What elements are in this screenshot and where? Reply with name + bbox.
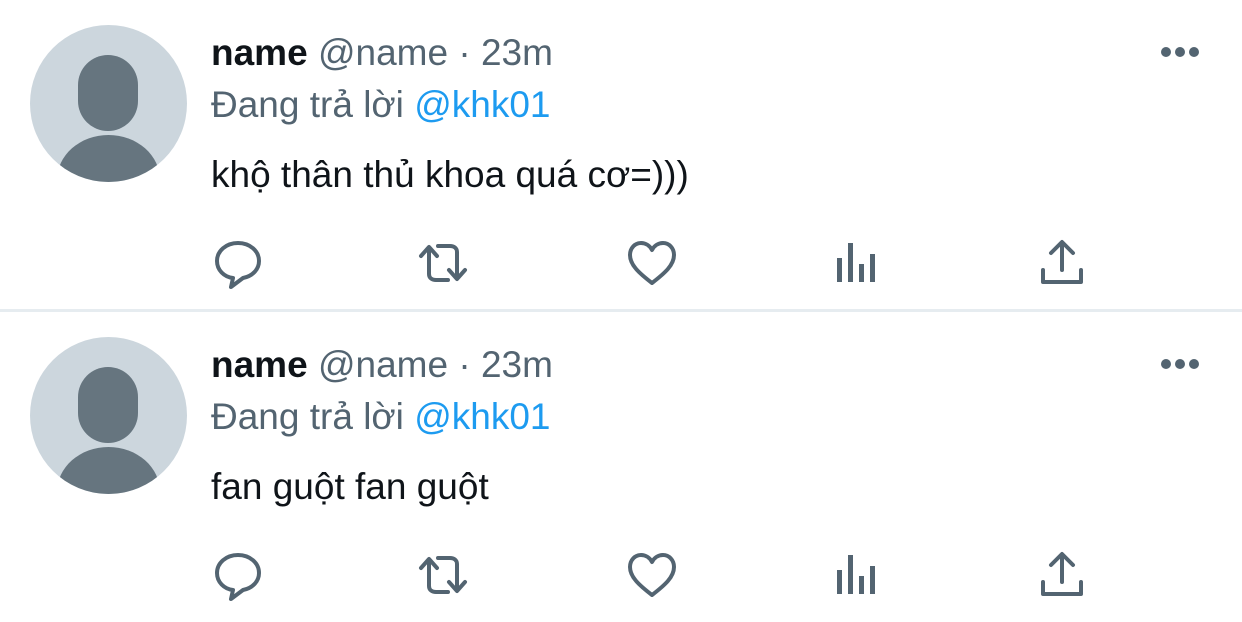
separator-dot: · bbox=[458, 32, 471, 73]
user-handle[interactable]: @name bbox=[318, 344, 448, 385]
more-options-button[interactable] bbox=[1160, 357, 1200, 371]
tweet-text: fan guột fan guột bbox=[211, 466, 489, 507]
share-button[interactable] bbox=[1035, 548, 1089, 602]
avatar[interactable] bbox=[30, 337, 187, 494]
tweet-actions bbox=[0, 548, 1242, 602]
reply-mention-link[interactable]: @khk01 bbox=[414, 84, 550, 125]
display-name[interactable]: name bbox=[211, 344, 308, 385]
tweet[interactable]: name @name · 23m Đang trả lời @khk01 fan… bbox=[0, 312, 1242, 622]
avatar-body-shape bbox=[57, 447, 160, 494]
tweet[interactable]: name @name · 23m Đang trả lời @khk01 khộ… bbox=[0, 0, 1242, 310]
avatar-head-shape bbox=[78, 367, 138, 443]
reply-mention-link[interactable]: @khk01 bbox=[414, 396, 550, 437]
analytics-bars-icon bbox=[837, 243, 875, 282]
timestamp[interactable]: 23m bbox=[481, 32, 553, 73]
more-options-button[interactable] bbox=[1160, 45, 1200, 59]
tweet-actions bbox=[0, 236, 1242, 290]
avatar-body-shape bbox=[57, 135, 160, 182]
more-horizontal-icon bbox=[1161, 47, 1199, 57]
heart-icon bbox=[628, 553, 676, 597]
retweet-icon bbox=[419, 556, 467, 594]
timestamp[interactable]: 23m bbox=[481, 344, 553, 385]
analytics-button[interactable] bbox=[830, 236, 884, 290]
replying-to: Đang trả lời @khk01 bbox=[211, 82, 550, 128]
reply-button[interactable] bbox=[211, 548, 265, 602]
share-button[interactable] bbox=[1035, 236, 1089, 290]
avatar-head-shape bbox=[78, 55, 138, 131]
reply-bubble-icon bbox=[215, 241, 261, 289]
more-horizontal-icon bbox=[1161, 359, 1199, 369]
reply-button[interactable] bbox=[211, 236, 265, 290]
like-button[interactable] bbox=[625, 548, 679, 602]
replying-to-label: Đang trả lời bbox=[211, 396, 404, 437]
heart-icon bbox=[628, 241, 676, 285]
separator-dot: · bbox=[458, 344, 471, 385]
analytics-bars-icon bbox=[837, 555, 875, 594]
reply-bubble-icon bbox=[215, 553, 261, 601]
replying-to-label: Đang trả lời bbox=[211, 84, 404, 125]
display-name[interactable]: name bbox=[211, 32, 308, 73]
tweet-header: name @name · 23m bbox=[211, 342, 553, 388]
share-upload-icon bbox=[1041, 552, 1083, 596]
tweet-header: name @name · 23m bbox=[211, 30, 553, 76]
tweet-text: khộ thân thủ khoa quá cơ=))) bbox=[211, 154, 689, 195]
replying-to: Đang trả lời @khk01 bbox=[211, 394, 550, 440]
user-handle[interactable]: @name bbox=[318, 32, 448, 73]
retweet-button[interactable] bbox=[416, 548, 470, 602]
retweet-button[interactable] bbox=[416, 236, 470, 290]
avatar[interactable] bbox=[30, 25, 187, 182]
retweet-icon bbox=[419, 244, 467, 282]
analytics-button[interactable] bbox=[830, 548, 884, 602]
share-upload-icon bbox=[1041, 240, 1083, 284]
like-button[interactable] bbox=[625, 236, 679, 290]
